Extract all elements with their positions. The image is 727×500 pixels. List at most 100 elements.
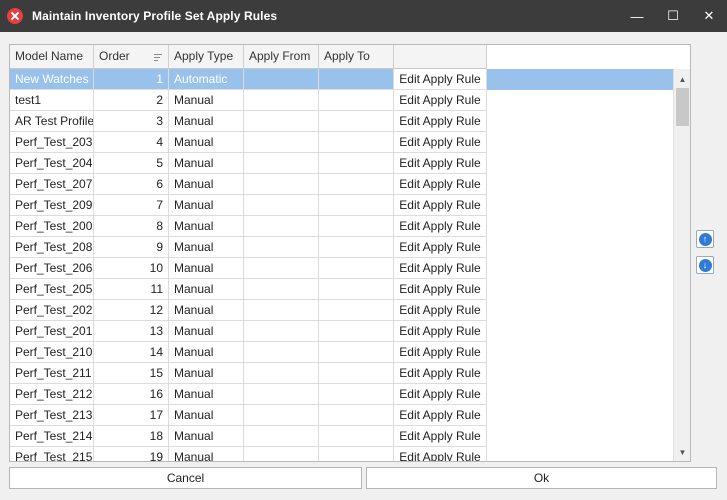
model-name-cell[interactable]: Perf_Test_206 <box>10 258 94 279</box>
apply-to-cell[interactable] <box>319 405 394 426</box>
apply-type-cell[interactable]: Manual <box>169 237 244 258</box>
apply-from-cell[interactable] <box>244 342 319 363</box>
model-name-cell[interactable]: AR Test Profile <box>10 111 94 132</box>
model-name-cell[interactable]: Perf_Test_208 <box>10 237 94 258</box>
model-name-cell[interactable]: Perf_Test_209 <box>10 195 94 216</box>
apply-type-cell[interactable]: Manual <box>169 111 244 132</box>
order-cell[interactable]: 18 <box>94 426 169 447</box>
vertical-scrollbar[interactable]: ▲ ▼ <box>673 69 690 461</box>
order-cell[interactable]: 12 <box>94 300 169 321</box>
table-row[interactable]: New Watches 1 Automatic Edit Apply Rule <box>10 69 674 90</box>
edit-apply-rule-link[interactable]: Edit Apply Rule <box>394 426 487 447</box>
ok-button[interactable]: Ok <box>366 467 717 489</box>
order-cell[interactable]: 2 <box>94 90 169 111</box>
order-cell[interactable]: 15 <box>94 363 169 384</box>
edit-apply-rule-link[interactable]: Edit Apply Rule <box>394 321 487 342</box>
edit-apply-rule-link[interactable]: Edit Apply Rule <box>394 363 487 384</box>
apply-from-cell[interactable] <box>244 69 319 90</box>
order-cell[interactable]: 17 <box>94 405 169 426</box>
edit-apply-rule-link[interactable]: Edit Apply Rule <box>394 90 487 111</box>
table-row[interactable]: Perf_Test_209 7 Manual Edit Apply Rule <box>10 195 674 216</box>
model-name-cell[interactable]: Perf_Test_203 <box>10 132 94 153</box>
apply-from-cell[interactable] <box>244 153 319 174</box>
table-row[interactable]: Perf_Test_213 17 Manual Edit Apply Rule <box>10 405 674 426</box>
table-row[interactable]: Perf_Test_204 5 Manual Edit Apply Rule <box>10 153 674 174</box>
edit-apply-rule-link[interactable]: Edit Apply Rule <box>394 447 487 461</box>
model-name-cell[interactable]: Perf_Test_210 <box>10 342 94 363</box>
order-cell[interactable]: 16 <box>94 384 169 405</box>
apply-to-cell[interactable] <box>319 90 394 111</box>
apply-from-cell[interactable] <box>244 321 319 342</box>
order-cell[interactable]: 10 <box>94 258 169 279</box>
apply-from-cell[interactable] <box>244 90 319 111</box>
apply-type-cell[interactable]: Manual <box>169 258 244 279</box>
apply-to-cell[interactable] <box>319 342 394 363</box>
model-name-cell[interactable]: New Watches <box>10 69 94 90</box>
apply-type-cell[interactable]: Manual <box>169 363 244 384</box>
apply-from-cell[interactable] <box>244 384 319 405</box>
edit-apply-rule-link[interactable]: Edit Apply Rule <box>394 279 487 300</box>
apply-from-cell[interactable] <box>244 279 319 300</box>
table-row[interactable]: Perf_Test_214 18 Manual Edit Apply Rule <box>10 426 674 447</box>
apply-to-cell[interactable] <box>319 300 394 321</box>
apply-type-cell[interactable]: Manual <box>169 279 244 300</box>
apply-to-cell[interactable] <box>319 258 394 279</box>
edit-apply-rule-link[interactable]: Edit Apply Rule <box>394 111 487 132</box>
column-header-apply-type[interactable]: Apply Type <box>169 45 244 69</box>
table-row[interactable]: Perf_Test_207 6 Manual Edit Apply Rule <box>10 174 674 195</box>
edit-apply-rule-link[interactable]: Edit Apply Rule <box>394 132 487 153</box>
table-row[interactable]: Perf_Test_205 11 Manual Edit Apply Rule <box>10 279 674 300</box>
table-row[interactable]: Perf_Test_211 15 Manual Edit Apply Rule <box>10 363 674 384</box>
column-header-apply-from[interactable]: Apply From <box>244 45 319 69</box>
table-row[interactable]: Perf_Test_202 12 Manual Edit Apply Rule <box>10 300 674 321</box>
maximize-button[interactable]: ☐ <box>655 0 691 32</box>
table-row[interactable]: Perf_Test_208 9 Manual Edit Apply Rule <box>10 237 674 258</box>
model-name-cell[interactable]: Perf_Test_204 <box>10 153 94 174</box>
table-row[interactable]: Perf_Test_201 13 Manual Edit Apply Rule <box>10 321 674 342</box>
apply-from-cell[interactable] <box>244 237 319 258</box>
table-row[interactable]: Perf_Test_210 14 Manual Edit Apply Rule <box>10 342 674 363</box>
apply-type-cell[interactable]: Manual <box>169 195 244 216</box>
apply-from-cell[interactable] <box>244 258 319 279</box>
edit-apply-rule-link[interactable]: Edit Apply Rule <box>394 237 487 258</box>
apply-type-cell[interactable]: Manual <box>169 300 244 321</box>
apply-type-cell[interactable]: Manual <box>169 90 244 111</box>
edit-apply-rule-link[interactable]: Edit Apply Rule <box>394 405 487 426</box>
apply-to-cell[interactable] <box>319 195 394 216</box>
order-cell[interactable]: 14 <box>94 342 169 363</box>
column-header-model-name[interactable]: Model Name <box>10 45 94 69</box>
apply-to-cell[interactable] <box>319 174 394 195</box>
apply-from-cell[interactable] <box>244 132 319 153</box>
model-name-cell[interactable]: Perf_Test_212 <box>10 384 94 405</box>
column-header-order[interactable]: Order <box>94 45 169 69</box>
apply-to-cell[interactable] <box>319 111 394 132</box>
table-row[interactable]: Perf_Test_206 10 Manual Edit Apply Rule <box>10 258 674 279</box>
edit-apply-rule-link[interactable]: Edit Apply Rule <box>394 300 487 321</box>
apply-type-cell[interactable]: Manual <box>169 216 244 237</box>
model-name-cell[interactable]: Perf_Test_201 <box>10 321 94 342</box>
table-row[interactable]: test1 2 Manual Edit Apply Rule <box>10 90 674 111</box>
apply-type-cell[interactable]: Manual <box>169 321 244 342</box>
move-up-button[interactable]: ↑ <box>696 230 714 248</box>
apply-to-cell[interactable] <box>319 279 394 300</box>
table-row[interactable]: Perf_Test_212 16 Manual Edit Apply Rule <box>10 384 674 405</box>
table-row[interactable]: Perf_Test_200 8 Manual Edit Apply Rule <box>10 216 674 237</box>
order-cell[interactable]: 8 <box>94 216 169 237</box>
apply-type-cell[interactable]: Automatic <box>169 69 244 90</box>
move-down-button[interactable]: ↓ <box>696 256 714 274</box>
apply-from-cell[interactable] <box>244 363 319 384</box>
apply-type-cell[interactable]: Manual <box>169 342 244 363</box>
apply-type-cell[interactable]: Manual <box>169 447 244 461</box>
model-name-cell[interactable]: test1 <box>10 90 94 111</box>
scroll-thumb[interactable] <box>676 88 689 126</box>
apply-to-cell[interactable] <box>319 447 394 461</box>
apply-to-cell[interactable] <box>319 69 394 90</box>
apply-type-cell[interactable]: Manual <box>169 426 244 447</box>
order-cell[interactable]: 4 <box>94 132 169 153</box>
scroll-down-icon[interactable]: ▼ <box>674 444 690 461</box>
edit-apply-rule-link[interactable]: Edit Apply Rule <box>394 195 487 216</box>
apply-to-cell[interactable] <box>319 153 394 174</box>
table-row[interactable]: Perf_Test_203 4 Manual Edit Apply Rule <box>10 132 674 153</box>
model-name-cell[interactable]: Perf_Test_214 <box>10 426 94 447</box>
apply-to-cell[interactable] <box>319 132 394 153</box>
